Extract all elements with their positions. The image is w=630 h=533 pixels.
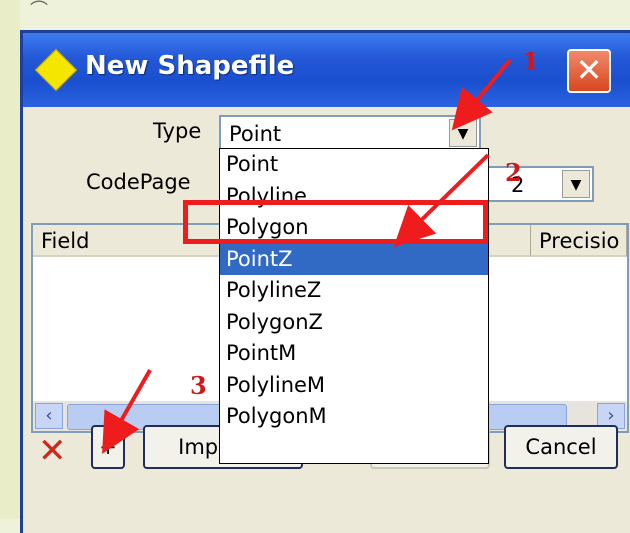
annotation-arrows bbox=[102, 58, 512, 454]
arrow-step-3 bbox=[102, 369, 152, 454]
arrow-step-1 bbox=[451, 58, 512, 131]
arrow-step-2 bbox=[393, 153, 490, 248]
